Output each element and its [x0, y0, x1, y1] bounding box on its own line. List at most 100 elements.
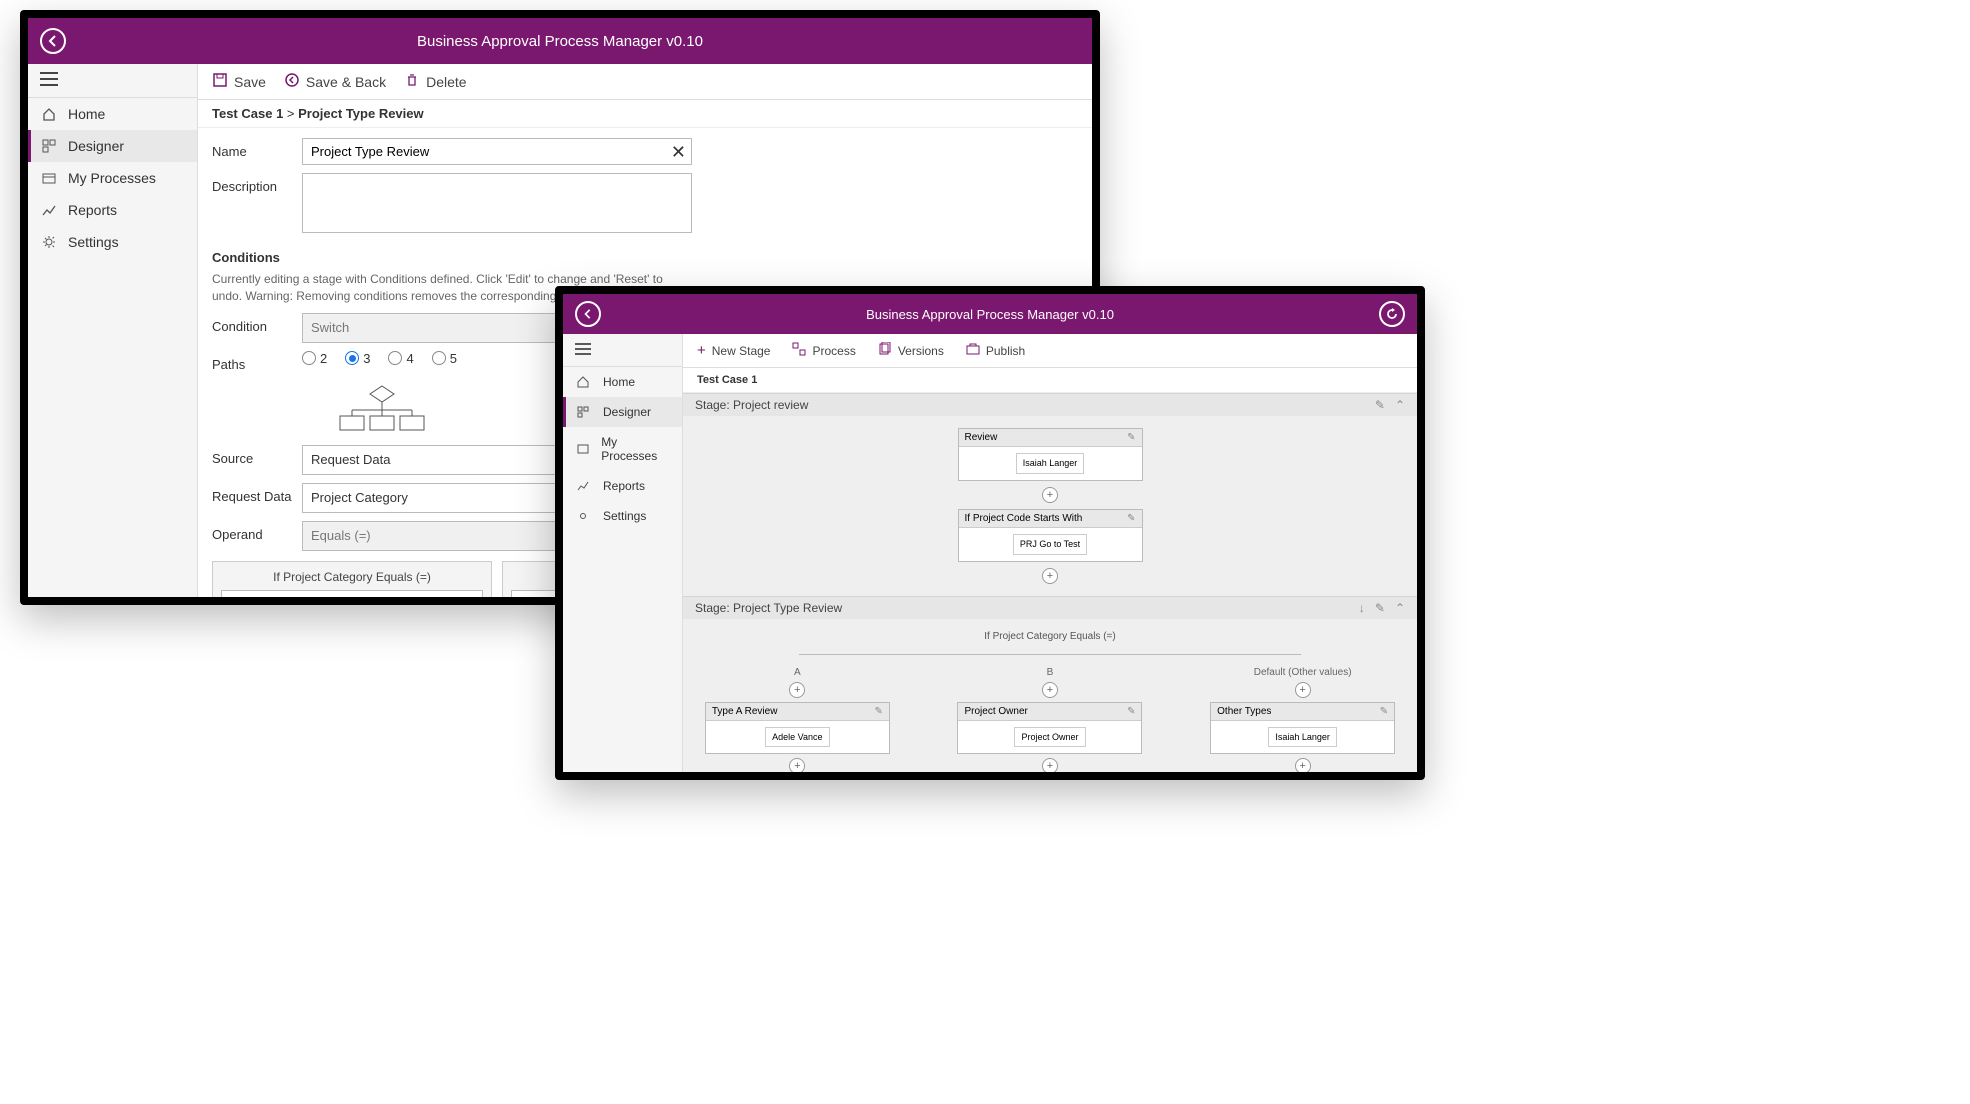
collapse-stage-icon[interactable]: ⌃: [1395, 601, 1405, 615]
stage-title: Stage: Project review: [695, 398, 808, 412]
col-type: Static value: [230, 596, 297, 597]
node-review[interactable]: Review ✎ Isaiah Langer: [958, 428, 1143, 481]
processes-icon: [577, 443, 591, 455]
reports-icon: [577, 480, 593, 492]
node-chip: PRJ Go to Test: [1013, 534, 1087, 555]
sidebar-label: My Processes: [601, 435, 668, 463]
tb-label: Process: [812, 344, 855, 358]
name-input[interactable]: [302, 138, 692, 165]
tb-label: Publish: [986, 344, 1025, 358]
edit-node-icon[interactable]: ✎: [1127, 432, 1135, 443]
sidebar-label: Settings: [603, 509, 646, 523]
process-icon: [792, 342, 806, 359]
clear-icon[interactable]: ✕: [671, 142, 686, 163]
opt-label: 5: [450, 351, 457, 366]
sidebar-item-home[interactable]: Home: [28, 98, 197, 130]
sidebar-item-home[interactable]: Home: [563, 367, 682, 397]
node-title: If Project Code Starts With: [965, 513, 1083, 524]
col-head: If Project Category Equals (=): [221, 570, 483, 584]
sidebar-label: Designer: [603, 405, 651, 419]
edit-node-icon[interactable]: ✎: [874, 706, 882, 717]
process-button[interactable]: Process: [792, 342, 855, 359]
edit-stage-icon[interactable]: ✎: [1375, 398, 1385, 412]
sidebar-label: Reports: [603, 479, 645, 493]
move-down-icon[interactable]: ↓: [1359, 601, 1365, 615]
conditions-heading: Conditions: [212, 250, 1078, 265]
sidebar-label: Reports: [68, 202, 117, 218]
edit-node-icon[interactable]: ✎: [1380, 706, 1388, 717]
branch-default: Default (Other values) + Other Types✎ Is…: [1210, 667, 1395, 772]
tb-label: Versions: [898, 344, 944, 358]
description-label: Description: [212, 173, 302, 194]
breadcrumb-root[interactable]: Test Case 1: [212, 106, 283, 121]
edit-node-icon[interactable]: ✎: [1127, 706, 1135, 717]
node-other-types[interactable]: Other Types✎ Isaiah Langer: [1210, 702, 1395, 755]
trash-icon: [404, 72, 420, 91]
add-node-button[interactable]: +: [1042, 758, 1058, 772]
stage-title: Stage: Project Type Review: [695, 601, 842, 615]
publish-button[interactable]: Publish: [966, 342, 1025, 359]
versions-button[interactable]: Versions: [878, 342, 944, 359]
paths-radio-group: 2 3 4 5: [302, 351, 457, 366]
breadcrumb-sep: >: [287, 106, 295, 121]
add-node-button[interactable]: +: [1295, 682, 1311, 698]
delete-button[interactable]: Delete: [404, 72, 466, 91]
processes-icon: [42, 171, 58, 185]
sidebar-item-my-processes[interactable]: My Processes: [563, 427, 682, 471]
reports-icon: [42, 203, 58, 217]
paths-opt-4[interactable]: 4: [388, 351, 413, 366]
hamburger-icon[interactable]: [40, 72, 58, 86]
publish-icon: [966, 342, 980, 359]
gear-icon: [577, 510, 593, 522]
edit-node-icon[interactable]: ✎: [1127, 513, 1135, 524]
add-node-button[interactable]: +: [1042, 487, 1058, 503]
add-node-button[interactable]: +: [1295, 758, 1311, 772]
new-stage-button[interactable]: + New Stage: [697, 342, 770, 359]
sidebar-item-designer[interactable]: Designer: [563, 397, 682, 427]
paths-opt-5[interactable]: 5: [432, 351, 457, 366]
add-node-button[interactable]: +: [789, 758, 805, 772]
sidebar-item-settings[interactable]: Settings: [28, 226, 197, 258]
col-type-select[interactable]: Static value ▾: [221, 590, 483, 597]
tb-label: New Stage: [712, 344, 771, 358]
operand-value: Equals (=): [311, 528, 371, 543]
condition-label: Condition: [212, 313, 302, 334]
edit-stage-icon[interactable]: ✎: [1375, 601, 1385, 615]
sidebar-item-reports[interactable]: Reports: [28, 194, 197, 226]
node-if-project-code[interactable]: If Project Code Starts With ✎ PRJ Go to T…: [958, 509, 1143, 562]
branch-path-label: Default (Other values): [1254, 667, 1352, 678]
breadcrumb: Test Case 1 > Project Type Review: [198, 100, 1092, 128]
add-node-button[interactable]: +: [1042, 568, 1058, 584]
description-input[interactable]: [302, 173, 692, 233]
sidebar-item-settings[interactable]: Settings: [563, 501, 682, 531]
sidebar: Home Designer My Processes Reports Setti…: [28, 64, 198, 597]
reqdata-label: Request Data: [212, 483, 302, 504]
node-project-owner[interactable]: Project Owner✎ Project Owner: [957, 702, 1142, 755]
paths-opt-2[interactable]: 2: [302, 351, 327, 366]
node-chip: Isaiah Langer: [1016, 453, 1085, 474]
sidebar-item-my-processes[interactable]: My Processes: [28, 162, 197, 194]
node-chip: Project Owner: [1014, 727, 1085, 748]
node-type-a-review[interactable]: Type A Review✎ Adele Vance: [705, 702, 890, 755]
node-title: Review: [965, 432, 998, 443]
name-label: Name: [212, 138, 302, 159]
refresh-button[interactable]: [1379, 301, 1405, 327]
add-node-button[interactable]: +: [789, 682, 805, 698]
stage-project-review: Stage: Project review ✎ ⌃ Review ✎ Isaiah…: [683, 393, 1417, 596]
breadcrumb: Test Case 1: [683, 368, 1417, 393]
breadcrumb-root[interactable]: Test Case 1: [697, 374, 757, 386]
designer-icon: [42, 139, 58, 153]
paths-opt-3[interactable]: 3: [345, 351, 370, 366]
save-back-button[interactable]: Save & Back: [284, 72, 386, 91]
hamburger-icon[interactable]: [575, 343, 591, 355]
back-button[interactable]: [40, 28, 66, 54]
branch-path-label: B: [1047, 667, 1054, 678]
sidebar-item-reports[interactable]: Reports: [563, 471, 682, 501]
save-button[interactable]: Save: [212, 72, 266, 91]
back-button[interactable]: [575, 301, 601, 327]
add-node-button[interactable]: +: [1042, 682, 1058, 698]
branch-a: A + Type A Review✎ Adele Vance +: [705, 667, 890, 772]
condition-column: If Project Category Equals (=) Static va…: [212, 561, 492, 597]
sidebar-item-designer[interactable]: Designer: [28, 130, 197, 162]
collapse-stage-icon[interactable]: ⌃: [1395, 398, 1405, 412]
